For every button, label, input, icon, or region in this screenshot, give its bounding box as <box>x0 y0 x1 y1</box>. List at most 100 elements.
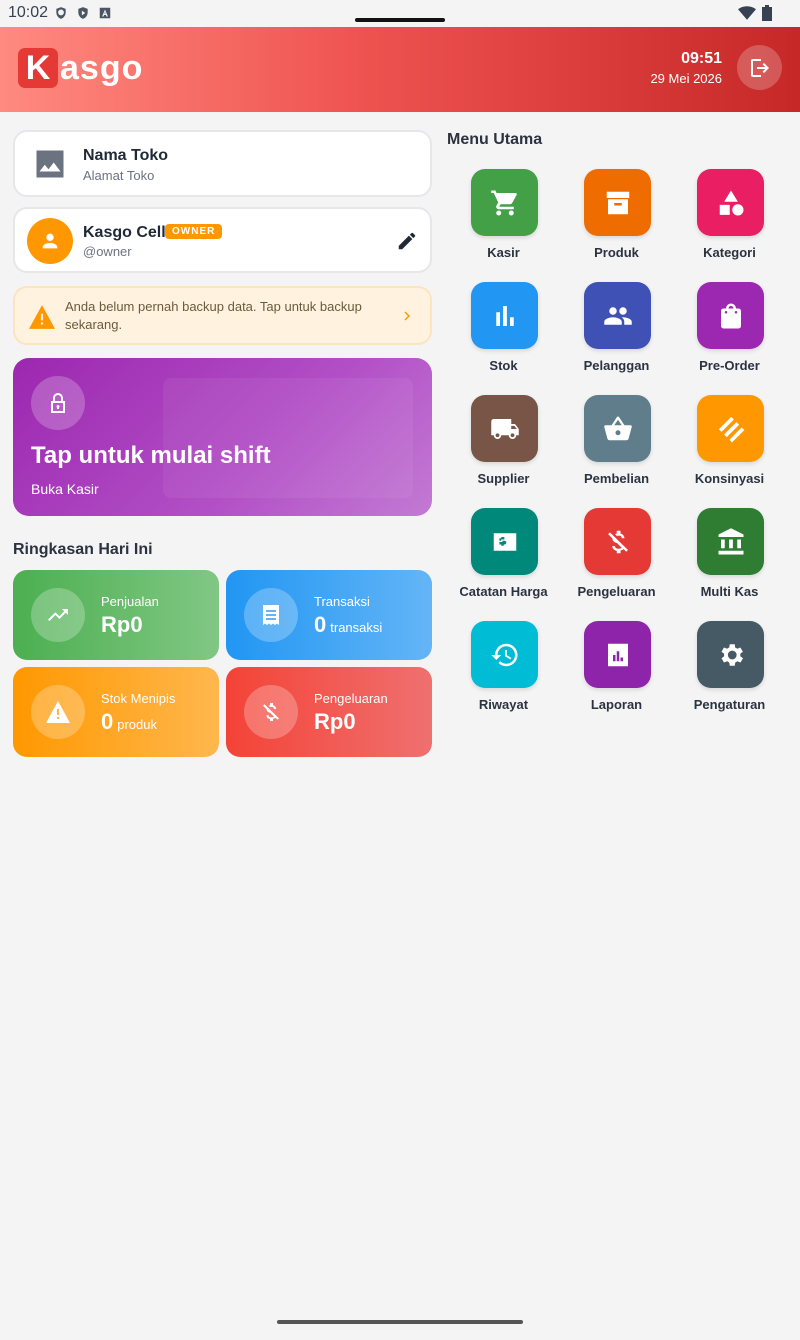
user-profile-card[interactable]: Kasgo Cell OWNER @owner <box>13 207 432 273</box>
menu-label-supplier: Supplier <box>477 471 530 486</box>
menu-tile-kategori <box>697 169 764 236</box>
history-icon <box>490 643 518 666</box>
summary-low-stock-card[interactable]: Stok Menipis 0 produk <box>13 667 219 757</box>
person-icon <box>42 233 58 249</box>
avatar <box>27 218 73 264</box>
camera-notch <box>355 18 445 22</box>
menu-tile-pengaturan <box>697 621 764 688</box>
expenses-value: Rp0 <box>314 709 356 734</box>
menu-tile-riwayat <box>471 621 538 688</box>
menu-item-pre-order[interactable]: Pre-Order <box>673 282 786 382</box>
shield-icon <box>56 7 66 19</box>
lock-icon <box>31 376 85 430</box>
report-icon <box>607 643 628 666</box>
bank-icon <box>718 527 743 554</box>
menu-item-riwayat[interactable]: Riwayat <box>447 621 560 721</box>
menu-tile-pembelian <box>584 395 651 462</box>
sales-value: Rp0 <box>101 612 143 637</box>
header-date: 29 Mei 2026 <box>650 71 722 86</box>
pencil-icon <box>398 232 416 250</box>
menu-tile-pengeluaran <box>584 508 651 575</box>
chevron-right-icon <box>398 307 416 325</box>
menu-label-pengeluaran: Pengeluaran <box>577 584 656 599</box>
receipt-icon <box>244 588 298 642</box>
warning-icon <box>29 305 55 329</box>
transactions-value-row: 0 transaksi <box>314 612 382 638</box>
start-shift-card[interactable]: Tap untuk mulai shift Buka Kasir <box>13 358 432 516</box>
role-badge: OWNER <box>165 224 223 239</box>
menu-tile-supplier <box>471 395 538 462</box>
backup-warning-banner[interactable]: Anda belum pernah backup data. Tap untuk… <box>13 286 432 345</box>
menu-item-laporan[interactable]: Laporan <box>560 621 673 721</box>
category-shapes-icon <box>719 190 743 215</box>
menu-item-pembelian[interactable]: Pembelian <box>560 395 673 495</box>
shift-subtitle: Buka Kasir <box>31 481 99 497</box>
header-clock: 09:51 29 Mei 2026 <box>650 50 722 86</box>
menu-tile-laporan <box>584 621 651 688</box>
menu-item-kategori[interactable]: Kategori <box>673 169 786 269</box>
menu-label-kasir: Kasir <box>487 245 520 260</box>
menu-item-multi-kas[interactable]: Multi Kas <box>673 508 786 608</box>
menu-tile-multi-kas <box>697 508 764 575</box>
app-header: K asgo 09:51 29 Mei 2026 <box>0 27 800 112</box>
menu-label-riwayat: Riwayat <box>478 697 529 712</box>
user-name: Kasgo Cell <box>83 224 166 241</box>
warning-icon <box>31 685 85 739</box>
wifi-icon <box>738 6 756 20</box>
menu-item-pelanggan[interactable]: Pelanggan <box>560 282 673 382</box>
menu-item-stok[interactable]: Stok <box>447 282 560 382</box>
basket-icon <box>603 416 632 440</box>
handshake-icon <box>718 416 744 442</box>
summary-transactions-card[interactable]: Transaksi 0 transaksi <box>226 570 432 660</box>
archive-box-icon <box>606 191 629 214</box>
store-address: Alamat Toko <box>83 168 155 183</box>
menu-tile-kasir <box>471 169 538 236</box>
menu-label-produk: Produk <box>594 245 639 260</box>
expenses-label: Pengeluaran <box>314 691 388 706</box>
backup-warning-text: Anda belum pernah backup data. Tap untuk… <box>65 299 362 332</box>
menu-item-pengeluaran[interactable]: Pengeluaran <box>560 508 673 608</box>
header-time: 09:51 <box>681 50 722 67</box>
status-notification-icons <box>54 6 112 20</box>
menu-label-pengaturan: Pengaturan <box>693 697 766 712</box>
main-menu-title: Menu Utama <box>447 131 543 148</box>
edit-profile-button[interactable] <box>396 230 418 252</box>
transactions-value: 0 <box>314 612 327 637</box>
menu-item-produk[interactable]: Produk <box>560 169 673 269</box>
menu-item-konsinyasi[interactable]: Konsinyasi <box>673 395 786 495</box>
menu-item-pengaturan[interactable]: Pengaturan <box>673 621 786 721</box>
menu-tile-produk <box>584 169 651 236</box>
status-system-icons <box>738 5 772 21</box>
menu-label-pelanggan: Pelanggan <box>583 358 650 373</box>
shopping-bag-icon <box>720 303 741 328</box>
logo-k-mark: K <box>18 48 58 88</box>
menu-label-stok: Stok <box>489 358 518 373</box>
store-image-icon <box>32 146 68 182</box>
store-name: Nama Toko <box>83 147 169 164</box>
low-stock-unit: produk <box>117 717 157 732</box>
gear-icon <box>721 643 743 666</box>
menu-label-pembelian: Pembelian <box>583 471 650 486</box>
transactions-label: Transaksi <box>314 594 370 609</box>
summary-sales-card[interactable]: Penjualan Rp0 <box>13 570 219 660</box>
battery-icon <box>762 5 772 21</box>
store-info-card[interactable]: Nama Toko Alamat Toko <box>13 130 432 197</box>
menu-item-kasir[interactable]: Kasir <box>447 169 560 269</box>
sales-label: Penjualan <box>101 594 159 609</box>
summary-section-title: Ringkasan Hari Ini <box>13 541 153 558</box>
status-time: 10:02 <box>8 4 49 21</box>
money-off-icon <box>244 685 298 739</box>
summary-expenses-card[interactable]: Pengeluaran Rp0 <box>226 667 432 757</box>
kasgo-logo: K asgo <box>18 48 143 88</box>
status-bar: 10:02 <box>0 0 800 27</box>
logout-button[interactable] <box>737 45 782 90</box>
price-tag-icon <box>493 532 516 551</box>
menu-label-kategori: Kategori <box>703 245 756 260</box>
menu-tile-pelanggan <box>584 282 651 349</box>
menu-item-catatan-harga[interactable]: Catatan Harga <box>447 508 560 608</box>
menu-label-catatan-harga: Catatan Harga <box>459 584 548 599</box>
bar-chart-icon <box>495 305 514 326</box>
menu-tile-catatan-harga <box>471 508 538 575</box>
menu-item-supplier[interactable]: Supplier <box>447 395 560 495</box>
gesture-nav-bar[interactable] <box>277 1320 523 1324</box>
